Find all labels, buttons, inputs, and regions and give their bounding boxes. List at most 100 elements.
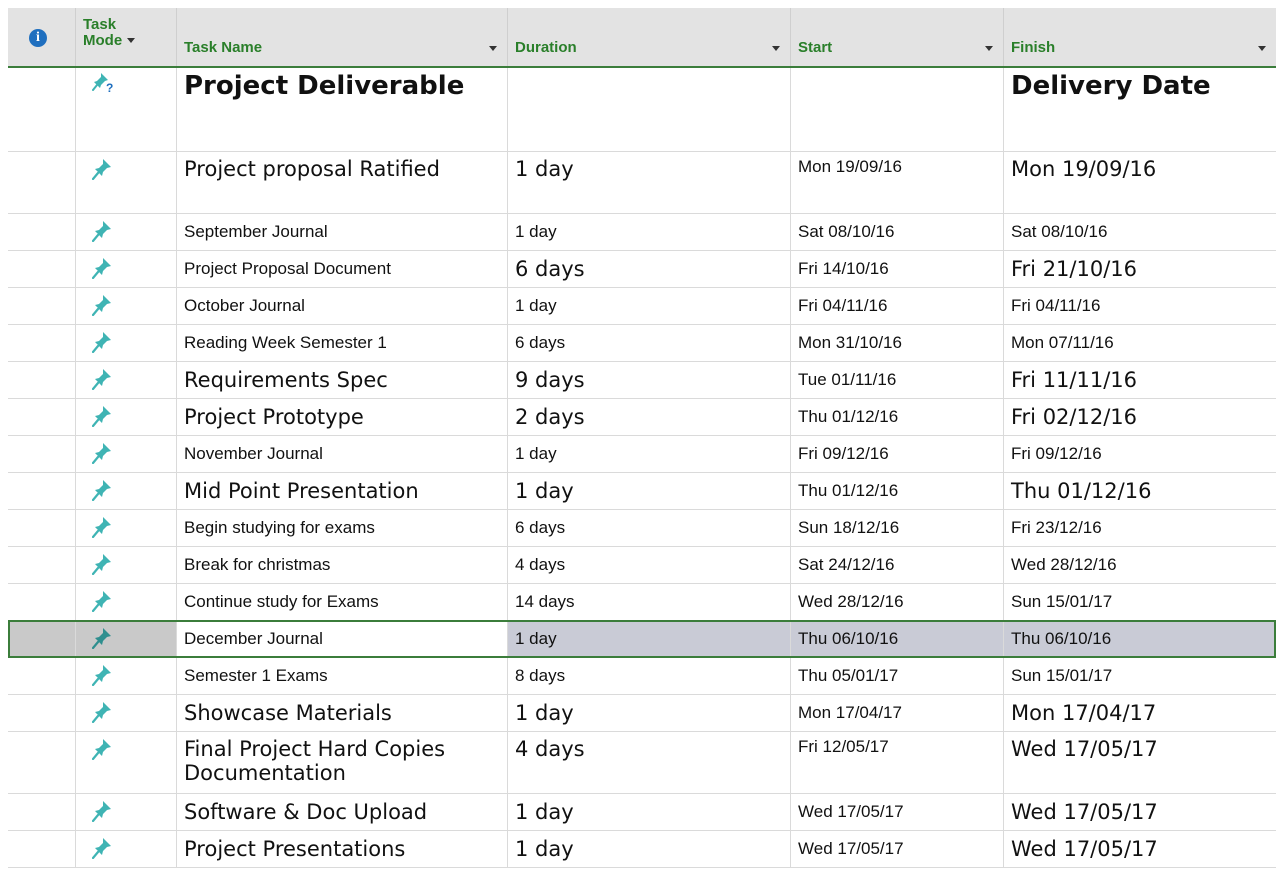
chevron-down-icon[interactable]: [985, 46, 993, 51]
duration-cell[interactable]: 6 days: [508, 325, 791, 361]
finish-cell[interactable]: Fri 23/12/16: [1004, 510, 1276, 546]
task-mode-cell[interactable]: [76, 362, 177, 398]
indicator-cell[interactable]: [8, 288, 76, 324]
task-name-cell[interactable]: Project Presentations: [177, 831, 508, 867]
duration-cell[interactable]: 6 days: [508, 251, 791, 287]
finish-cell[interactable]: Mon 07/11/16: [1004, 325, 1276, 361]
finish-cell[interactable]: Fri 02/12/16: [1004, 399, 1276, 435]
chevron-down-icon[interactable]: [489, 46, 497, 51]
indicator-cell[interactable]: [8, 399, 76, 435]
indicator-cell[interactable]: [8, 732, 76, 793]
start-cell[interactable]: Sat 08/10/16: [791, 214, 1004, 250]
task-mode-cell[interactable]: [76, 152, 177, 213]
indicator-cell[interactable]: [8, 510, 76, 546]
finish-cell[interactable]: Mon 17/04/17: [1004, 695, 1276, 731]
start-cell[interactable]: Fri 09/12/16: [791, 436, 1004, 472]
table-row[interactable]: Requirements Spec 9 days Tue 01/11/16 Fri 1…: [8, 362, 1276, 399]
duration-cell[interactable]: 8 days: [508, 658, 791, 694]
task-mode-cell[interactable]: [76, 584, 177, 620]
header-task-name[interactable]: Task Name: [177, 8, 508, 66]
indicator-cell[interactable]: [8, 362, 76, 398]
finish-cell[interactable]: Fri 21/10/16: [1004, 251, 1276, 287]
duration-cell[interactable]: 4 days: [508, 547, 791, 583]
finish-cell[interactable]: Fri 04/11/16: [1004, 288, 1276, 324]
finish-cell[interactable]: Sat 08/10/16: [1004, 214, 1276, 250]
task-name-cell[interactable]: Project Proposal Document: [177, 251, 508, 287]
finish-cell[interactable]: Fri 09/12/16: [1004, 436, 1276, 472]
duration-cell[interactable]: 1 day: [508, 214, 791, 250]
task-mode-cell[interactable]: [76, 794, 177, 830]
duration-cell[interactable]: 1 day: [508, 436, 791, 472]
table-row[interactable]: November Journal 1 day Fri 09/12/16 Fri 09/…: [8, 436, 1276, 473]
finish-cell[interactable]: Fri 11/11/16: [1004, 362, 1276, 398]
start-cell[interactable]: Tue 01/11/16: [791, 362, 1004, 398]
duration-cell[interactable]: 1 day: [508, 473, 791, 509]
table-row[interactable]: Project Prototype 2 days Thu 01/12/16 Fri 0…: [8, 399, 1276, 436]
task-name-cell[interactable]: November Journal: [177, 436, 508, 472]
table-row[interactable]: Begin studying for exams 6 days Sun 18/12/…: [8, 510, 1276, 547]
header-start[interactable]: Start: [791, 8, 1004, 66]
duration-cell[interactable]: 1 day: [508, 794, 791, 830]
header-task-mode[interactable]: Task Mode: [76, 8, 177, 66]
finish-cell[interactable]: Sun 15/01/17: [1004, 658, 1276, 694]
task-mode-cell[interactable]: [76, 473, 177, 509]
table-row[interactable]: Reading Week Semester 1 6 days Mon 31/10/1…: [8, 325, 1276, 362]
finish-cell[interactable]: Thu 06/10/16: [1004, 621, 1276, 657]
header-indicators[interactable]: i: [8, 8, 76, 66]
finish-cell[interactable]: Delivery Date: [1004, 68, 1276, 151]
task-mode-cell[interactable]: [76, 658, 177, 694]
start-cell[interactable]: Thu 01/12/16: [791, 399, 1004, 435]
task-name-cell[interactable]: Requirements Spec: [177, 362, 508, 398]
task-name-cell[interactable]: Software & Doc Upload: [177, 794, 508, 830]
start-cell[interactable]: [791, 68, 1004, 151]
duration-cell[interactable]: 9 days: [508, 362, 791, 398]
task-name-cell[interactable]: Reading Week Semester 1: [177, 325, 508, 361]
task-mode-cell[interactable]: [76, 621, 177, 657]
chevron-down-icon[interactable]: [1258, 46, 1266, 51]
task-name-cell[interactable]: Break for christmas: [177, 547, 508, 583]
table-row[interactable]: Final Project Hard Copies Documentation 4…: [8, 732, 1276, 794]
indicator-cell[interactable]: [8, 658, 76, 694]
duration-cell[interactable]: 2 days: [508, 399, 791, 435]
duration-cell[interactable]: 4 days: [508, 732, 791, 793]
finish-cell[interactable]: Thu 01/12/16: [1004, 473, 1276, 509]
header-duration[interactable]: Duration: [508, 8, 791, 66]
duration-cell[interactable]: 1 day: [508, 288, 791, 324]
finish-cell[interactable]: Wed 17/05/17: [1004, 794, 1276, 830]
chevron-down-icon[interactable]: [127, 38, 136, 43]
task-mode-cell[interactable]: [76, 399, 177, 435]
duration-cell[interactable]: 1 day: [508, 831, 791, 867]
task-name-cell[interactable]: December Journal: [177, 621, 508, 657]
task-mode-cell[interactable]: [76, 251, 177, 287]
task-name-cell[interactable]: Project proposal Ratified: [177, 152, 508, 213]
start-cell[interactable]: Fri 12/05/17: [791, 732, 1004, 793]
table-row[interactable]: Project proposal Ratified 1 day Mon 19/09/…: [8, 152, 1276, 214]
task-mode-cell[interactable]: [76, 510, 177, 546]
indicator-cell[interactable]: [8, 547, 76, 583]
task-name-cell[interactable]: Semester 1 Exams: [177, 658, 508, 694]
finish-cell[interactable]: Wed 17/05/17: [1004, 732, 1276, 793]
task-name-cell[interactable]: Project Prototype: [177, 399, 508, 435]
table-row[interactable]: Continue study for Exams 14 days Wed 28/12…: [8, 584, 1276, 621]
start-cell[interactable]: Thu 01/12/16: [791, 473, 1004, 509]
task-mode-cell[interactable]: [76, 436, 177, 472]
task-mode-cell[interactable]: [76, 325, 177, 361]
table-row[interactable]: October Journal 1 day Fri 04/11/16 Fri 04/1…: [8, 288, 1276, 325]
indicator-cell[interactable]: [8, 325, 76, 361]
task-mode-cell[interactable]: [76, 695, 177, 731]
duration-cell[interactable]: 1 day: [508, 152, 791, 213]
finish-cell[interactable]: Wed 28/12/16: [1004, 547, 1276, 583]
indicator-cell[interactable]: [8, 214, 76, 250]
task-name-cell[interactable]: October Journal: [177, 288, 508, 324]
start-cell[interactable]: Fri 14/10/16: [791, 251, 1004, 287]
indicator-cell[interactable]: [8, 152, 76, 213]
start-cell[interactable]: Fri 04/11/16: [791, 288, 1004, 324]
task-name-cell[interactable]: Continue study for Exams: [177, 584, 508, 620]
start-cell[interactable]: Thu 06/10/16: [791, 621, 1004, 657]
task-name-cell[interactable]: Project Deliverable: [177, 68, 508, 151]
task-mode-cell[interactable]: [76, 288, 177, 324]
task-mode-cell[interactable]: ?: [76, 68, 177, 151]
task-mode-cell[interactable]: [76, 214, 177, 250]
task-mode-cell[interactable]: [76, 732, 177, 793]
task-mode-cell[interactable]: [76, 547, 177, 583]
